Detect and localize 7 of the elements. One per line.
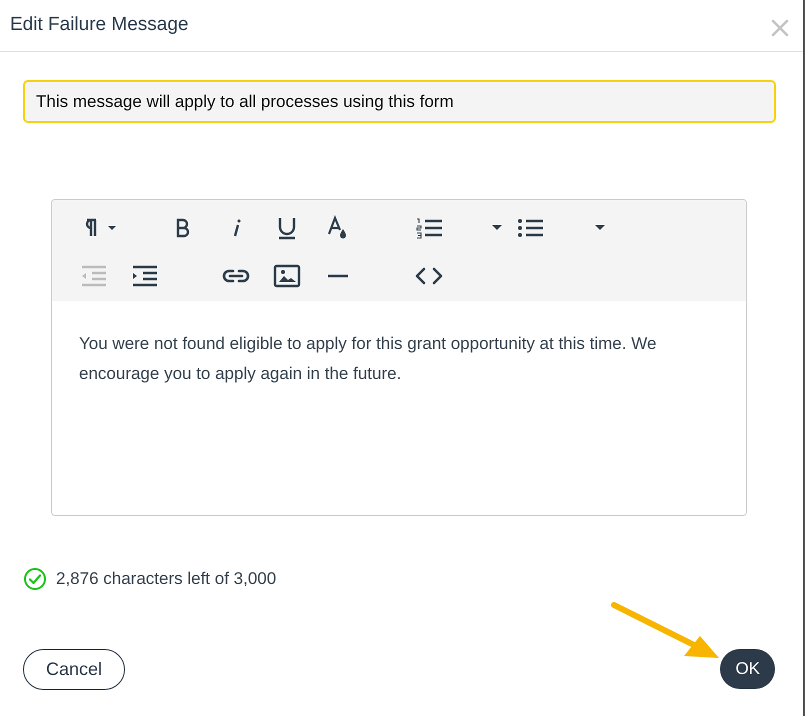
message-text[interactable]: You were not found eligible to apply for this grant opportunity at this time. We encourage you to apply again in the future.	[52, 301, 746, 389]
info-notice: This message will apply to all processes using this form	[23, 80, 776, 123]
cancel-button[interactable]: Cancel	[23, 648, 125, 690]
ok-button[interactable]: OK	[720, 649, 775, 689]
rich-text-editor[interactable]: You were not found eligible to apply for this grant opportunity at this time. We encourage you to apply again in the future.	[51, 199, 747, 516]
character-counter: 2,876 characters left of 3,000	[56, 568, 276, 590]
dialog-title: Edit Failure Message	[10, 13, 188, 38]
